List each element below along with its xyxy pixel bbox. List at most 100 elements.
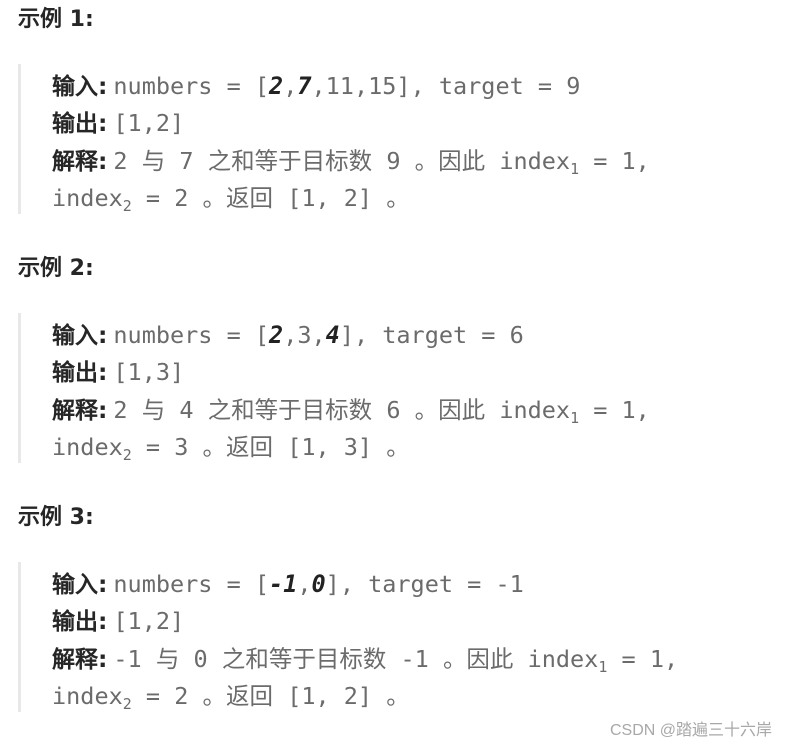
index2-subscript: 2 <box>122 197 132 215</box>
input-suffix: , target = 9 <box>410 72 581 100</box>
sentence-end: 。 <box>386 682 410 710</box>
index2-name: index <box>52 433 123 461</box>
output-line: 输出: [1,3] <box>52 354 184 391</box>
input-array-item: 2 <box>269 321 284 349</box>
explanation-with: 与 <box>141 147 166 175</box>
input-array-item: ] <box>325 570 340 598</box>
example-title: 示例 2: <box>18 256 94 281</box>
index2-value: = 2 <box>131 184 189 212</box>
return-text: 。返回 <box>202 682 274 710</box>
explanation-target: 9 <box>386 147 401 175</box>
input-array-item: 7 <box>297 72 312 100</box>
input-label: 输入 <box>52 323 98 349</box>
index1-name: index <box>499 396 571 424</box>
input-prefix: numbers = [ <box>113 72 270 100</box>
input-array-item: , <box>297 570 312 598</box>
index1-name: index <box>499 147 571 175</box>
explanation-line: 解释: 2 与 7 之和等于目标数 9 。因此 index1 = 1, <box>52 143 650 180</box>
input-array-item: -1 <box>269 570 298 598</box>
example-title: 示例 1: <box>18 7 94 32</box>
explanation-target: -1 <box>400 645 429 673</box>
label-colon: : <box>98 321 108 349</box>
return-text: 。返回 <box>202 433 274 461</box>
explanation-b: 7 <box>179 147 194 175</box>
example-block: 输入: numbers = [-1,0], target = -1 输出: [1,2… <box>18 562 778 712</box>
sentence-end: 。 <box>386 433 410 461</box>
csdn-watermark: CSDN @踏遍三十六岸 <box>609 722 772 739</box>
explanation-mid: 之和等于目标数 <box>207 147 373 175</box>
label-colon: : <box>98 396 108 424</box>
index1-subscript: 1 <box>570 409 580 427</box>
input-suffix: , target = -1 <box>339 570 524 598</box>
input-array-item: , <box>283 72 298 100</box>
explanation-b: 4 <box>179 396 194 424</box>
output-value: [1,3] <box>113 358 185 386</box>
index2-name: index <box>52 682 123 710</box>
index1-value: = 1, <box>607 645 679 673</box>
index2-name: index <box>52 184 123 212</box>
explanation-a: 2 <box>113 396 128 424</box>
explanation-mid: 之和等于目标数 <box>207 396 373 424</box>
explanation-with: 与 <box>155 645 180 673</box>
index1-value: = 1, <box>579 147 650 175</box>
output-value: [1,2] <box>113 607 185 635</box>
return-value: [1, 3] <box>287 433 373 461</box>
input-array-item: ] <box>339 321 354 349</box>
index1-name: index <box>527 645 599 673</box>
explanation-target: 6 <box>386 396 401 424</box>
example-block: 输入: numbers = [2,7,11,15], target = 9 输出:… <box>18 64 778 214</box>
index2-subscript: 2 <box>122 446 132 464</box>
index1-subscript: 1 <box>570 160 580 178</box>
output-label: 输出 <box>52 111 98 137</box>
input-prefix: numbers = [ <box>113 570 270 598</box>
index2-value: = 2 <box>131 682 189 710</box>
example-block: 输入: numbers = [2,3,4], target = 6 输出: [1,3… <box>18 313 778 463</box>
label-colon: : <box>98 645 108 673</box>
input-array-item: 4 <box>325 321 340 349</box>
index2-subscript: 2 <box>122 695 132 713</box>
input-array-item: ,3, <box>283 321 326 349</box>
explanation-mid: 之和等于目标数 <box>221 645 387 673</box>
input-array-item: 2 <box>269 72 284 100</box>
sentence-end: 。 <box>386 184 410 212</box>
output-label: 输出 <box>52 609 98 635</box>
index2-value: = 3 <box>131 433 189 461</box>
explanation-line: 解释: 2 与 4 之和等于目标数 6 。因此 index1 = 1, <box>52 392 650 429</box>
label-colon: : <box>98 72 108 100</box>
output-value: [1,2] <box>113 109 185 137</box>
explanation-a: 2 <box>113 147 128 175</box>
index1-value: = 1, <box>579 396 650 424</box>
input-line: 输入: numbers = [2,7,11,15], target = 9 <box>52 68 580 105</box>
explanation-line: 解释: -1 与 0 之和等于目标数 -1 。因此 index1 = 1, <box>52 641 678 678</box>
explanation-b: 0 <box>193 645 208 673</box>
explanation-so: 。因此 <box>414 396 486 424</box>
explanation-with: 与 <box>141 396 166 424</box>
input-prefix: numbers = [ <box>113 321 270 349</box>
explanation-so: 。因此 <box>442 645 514 673</box>
explanation-continuation-line: index2 = 2 。返回 [1, 2] 。 <box>52 180 410 217</box>
explanation-so: 。因此 <box>414 147 486 175</box>
explanation-label: 解释 <box>52 398 98 424</box>
return-value: [1, 2] <box>287 184 373 212</box>
label-colon: : <box>98 570 108 598</box>
label-colon: : <box>98 358 108 386</box>
input-label: 输入 <box>52 74 98 100</box>
input-array-item: 0 <box>311 570 326 598</box>
input-label: 输入 <box>52 572 98 598</box>
label-colon: : <box>98 147 108 175</box>
output-line: 输出: [1,2] <box>52 105 184 142</box>
output-line: 输出: [1,2] <box>52 603 184 640</box>
input-suffix: , target = 6 <box>353 321 524 349</box>
input-line: 输入: numbers = [2,3,4], target = 6 <box>52 317 524 354</box>
explanation-label: 解释 <box>52 149 98 175</box>
label-colon: : <box>98 607 108 635</box>
return-text: 。返回 <box>202 184 274 212</box>
explanation-a: -1 <box>113 645 142 673</box>
explanation-label: 解释 <box>52 647 98 673</box>
explanation-continuation-line: index2 = 2 。返回 [1, 2] 。 <box>52 678 410 715</box>
explanation-continuation-line: index2 = 3 。返回 [1, 3] 。 <box>52 429 410 466</box>
output-label: 输出 <box>52 360 98 386</box>
example-title: 示例 3: <box>18 505 94 530</box>
return-value: [1, 2] <box>287 682 373 710</box>
input-line: 输入: numbers = [-1,0], target = -1 <box>52 566 524 603</box>
